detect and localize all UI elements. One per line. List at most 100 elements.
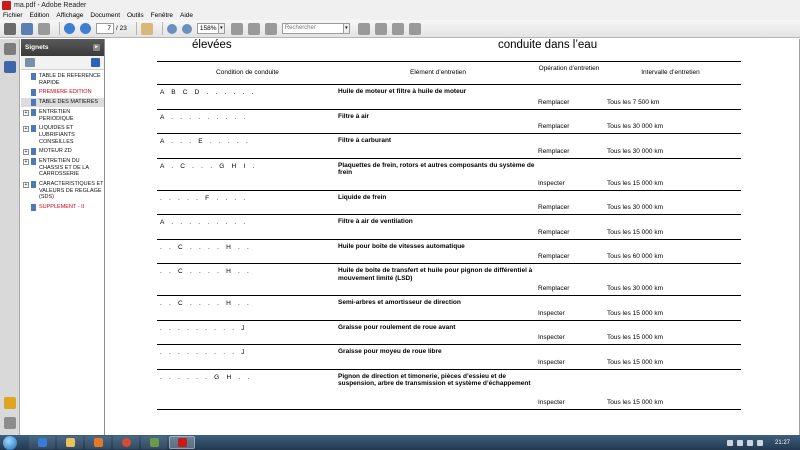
previous-page-icon[interactable]: [64, 23, 75, 34]
bookmark-page-icon: [31, 89, 36, 97]
maintenance-item: Huile de moteur et filtre à huile de mot…: [338, 88, 467, 95]
bookmark-item[interactable]: PREMIERE EDITION: [21, 88, 104, 97]
rotate-icon[interactable]: [264, 22, 277, 35]
bookmark-page-icon: [31, 125, 36, 133]
windows-taskbar: 21:27: [0, 435, 800, 450]
tray-icon[interactable]: [726, 439, 733, 446]
bookmark-label: TABLE DES MATIERES: [39, 99, 99, 106]
bookmark-item[interactable]: TABLE DE REFERENCE RAPIDE: [21, 72, 104, 87]
table-row: . . C . . . . H . . Huile pour boîte de v…: [157, 240, 741, 264]
close-panel-icon[interactable]: ▸: [93, 44, 100, 51]
column-header-interval: Intervalle d’entretien: [641, 69, 700, 76]
taskbar-explorer[interactable]: [29, 436, 55, 449]
zoom-out-icon[interactable]: [166, 23, 177, 34]
bookmark-label: SUPPLEMENT - II: [39, 203, 85, 210]
bookmark-page-icon: [31, 109, 36, 117]
maintenance-interval: Tous les 15 000 km: [607, 398, 664, 406]
next-page-icon[interactable]: [80, 23, 91, 34]
table-row: A . . . E . . . . . Filtre à carburant Rem…: [157, 134, 741, 159]
document-view[interactable]: élevées conduite dans l’eau Condition de…: [106, 39, 800, 435]
maintenance-item: Graisse pour roulement de roue avant: [338, 323, 456, 331]
expand-icon[interactable]: +: [23, 126, 29, 133]
taskbar-adobe-reader[interactable]: [169, 436, 195, 449]
bookmark-label: CARACTERISTIQUES ET VALEURS DE REGLAGE (…: [39, 180, 104, 201]
highlight-icon[interactable]: [391, 22, 404, 35]
app-icon: [149, 438, 159, 447]
window-title: ma.pdf - Adobe Reader: [14, 2, 87, 9]
taskbar-media[interactable]: [85, 436, 111, 449]
maintenance-interval: Tous les 15 000 km: [607, 358, 664, 366]
menu-document[interactable]: Document: [90, 12, 120, 19]
attach-icon[interactable]: [38, 22, 50, 35]
menu-aide[interactable]: Aide: [180, 12, 193, 19]
driving-conditions: A . C . . . G H I .: [160, 162, 255, 170]
volume-icon[interactable]: [756, 439, 763, 446]
fit-width-icon[interactable]: [247, 22, 260, 35]
network-icon[interactable]: [746, 439, 753, 446]
new-bookmark-icon[interactable]: [91, 58, 100, 67]
maintenance-item: Huile pour boîte de vitesses automatique: [338, 242, 465, 250]
attachments-icon[interactable]: [4, 417, 16, 429]
maintenance-operation: Remplacer: [538, 285, 570, 292]
bookmarks-header: Signets ▸: [21, 39, 104, 56]
hand-tool-icon[interactable]: [140, 22, 153, 35]
table-row: . . C . . . . H . . Semi-arbres et amorti…: [157, 296, 741, 321]
bookmark-label: ENTRETIEN DU CHASSIS ET DE LA CARROSSERI…: [39, 158, 89, 178]
maintenance-item: Liquide de frein: [338, 193, 387, 201]
comments-icon[interactable]: [4, 397, 16, 409]
maintenance-operation: Remplacer: [538, 147, 570, 155]
pages-icon[interactable]: [4, 43, 16, 55]
maintenance-operation: Inspecter: [538, 179, 565, 187]
bookmark-label: TABLE DE REFERENCE RAPIDE: [39, 73, 101, 86]
table-top-rule: [157, 61, 741, 62]
bookmarks-icon[interactable]: [4, 61, 16, 73]
taskbar-folder[interactable]: [57, 436, 83, 449]
menu-fichier[interactable]: Fichier: [3, 12, 23, 19]
bookmark-item[interactable]: SUPPLEMENT - II: [21, 203, 104, 212]
bookmark-item[interactable]: + CARACTERISTIQUES ET VALEURS DE REGLAGE …: [21, 180, 104, 202]
start-button[interactable]: [3, 435, 17, 450]
menu-affichage[interactable]: Affichage: [56, 12, 83, 19]
navigation-pane-strip: [0, 39, 20, 435]
zoom-in-icon[interactable]: [181, 23, 192, 34]
bookmark-item[interactable]: + ENTRETIEN PERIODIQUE: [21, 108, 104, 123]
comment-icon[interactable]: [374, 22, 387, 35]
taskbar-app[interactable]: [141, 436, 167, 449]
menu-edition[interactable]: Edition: [30, 12, 50, 19]
expand-icon[interactable]: +: [23, 181, 29, 188]
bookmark-page-icon: [31, 203, 36, 211]
bookmark-item[interactable]: + ENTRETIEN DU CHASSIS ET DE LA CARROSSER…: [21, 157, 104, 179]
search-input[interactable]: Rechercher: [281, 23, 344, 34]
maintenance-item: Graisse pour moyeu de roue libre: [338, 348, 442, 355]
tray-icon[interactable]: [736, 439, 743, 446]
bookmark-item[interactable]: + MOTEUR ZD: [21, 147, 104, 156]
chrome-icon: [121, 438, 131, 447]
page-number-input[interactable]: 7: [96, 23, 114, 34]
zoom-dropdown-chevron-icon[interactable]: ▾: [218, 23, 225, 34]
toolbar-separator: [135, 22, 137, 35]
search-dropdown-chevron-icon[interactable]: ▾: [343, 23, 350, 34]
taskbar-chrome[interactable]: [113, 436, 139, 449]
bookmark-options-icon[interactable]: [25, 58, 35, 67]
table-row: A . . . . . . . . . Filtre à air de venti…: [157, 215, 741, 240]
expand-icon[interactable]: +: [23, 149, 29, 156]
share-icon[interactable]: [408, 22, 421, 35]
bookmark-page-icon: [31, 99, 36, 107]
fit-page-icon[interactable]: [230, 22, 243, 35]
table-row: . . . . . . G H . . Pignon de direction e…: [157, 370, 741, 410]
expand-icon[interactable]: +: [23, 159, 29, 166]
driving-conditions: A B C D . . . . . .: [160, 89, 254, 96]
bookmark-item[interactable]: TABLE DES MATIERES: [21, 98, 104, 108]
zoom-level-input[interactable]: 158%: [196, 23, 219, 34]
save-icon[interactable]: [21, 22, 33, 35]
sign-icon[interactable]: [357, 22, 370, 35]
toolbar-separator: [161, 22, 163, 35]
bookmark-item[interactable]: + LIQUIDES ET LUBRIFIANTS CONSEILLES: [21, 124, 104, 146]
table-row: . . C . . . . H . . Huile de boîte de tra…: [157, 264, 741, 296]
print-icon[interactable]: [4, 22, 16, 35]
menu-fenetre[interactable]: Fenêtre: [151, 12, 173, 19]
menu-outils[interactable]: Outils: [127, 12, 144, 19]
driving-conditions: . . . . . . . . . J: [160, 349, 245, 356]
expand-icon[interactable]: +: [23, 110, 29, 117]
